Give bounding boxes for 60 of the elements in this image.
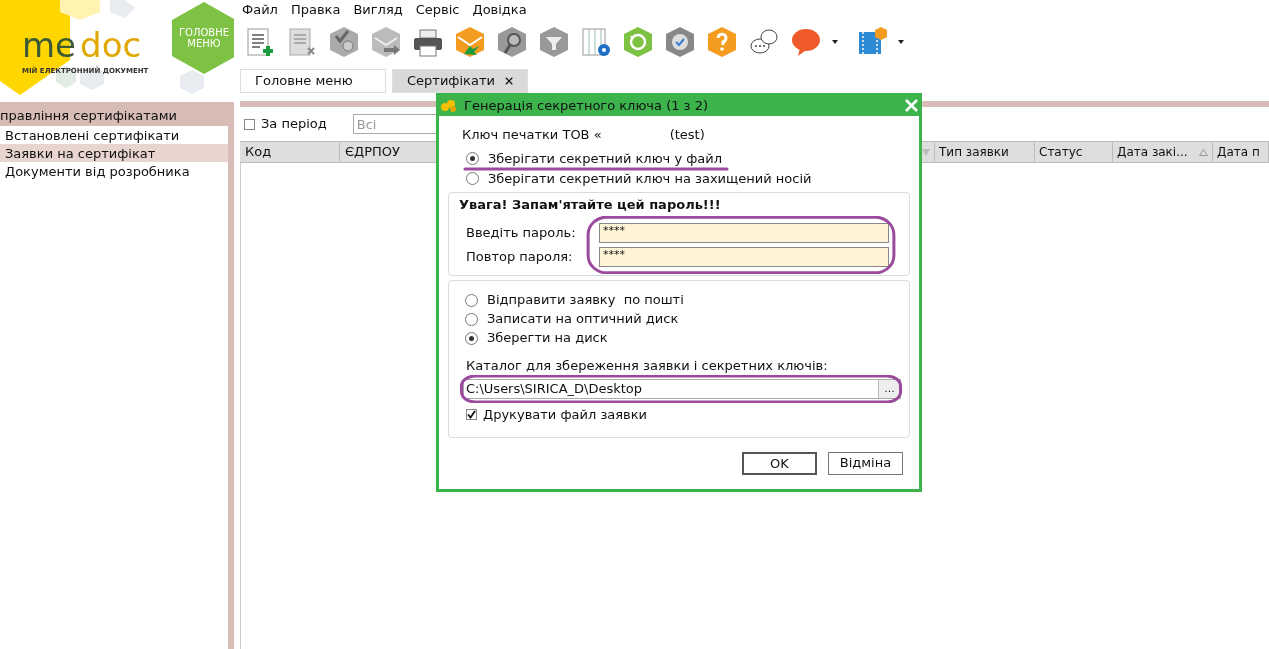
tab[interactable]: Сертифікати (392, 69, 528, 93)
password-field[interactable]: **** (599, 246, 889, 267)
checkbox-label: За період (261, 115, 327, 134)
sidebar-title: правління сертифікатами (0, 102, 228, 126)
logo-text: doc (80, 28, 142, 62)
radio-label: Відправити заявку по пошті (487, 291, 684, 310)
folder-field[interactable]: C:\Users\SIRICA_D\Desktop ... (463, 378, 901, 399)
help-icon[interactable] (706, 26, 738, 58)
browse-button[interactable]: ... (878, 379, 900, 398)
caret-icon[interactable] (898, 40, 904, 44)
radio-button[interactable] (465, 293, 478, 307)
printer-icon[interactable] (412, 26, 444, 58)
key-icon (440, 98, 458, 113)
filter-icon[interactable] (538, 26, 570, 58)
ok-button[interactable]: OK (742, 451, 817, 475)
folder-label: Каталог для збереження заявки і секретних ключів: (465, 357, 829, 373)
radio-label: Записати на оптичний диск (487, 310, 679, 329)
certificate-icon[interactable] (328, 26, 360, 58)
close-icon[interactable] (504, 76, 513, 86)
radio-button[interactable] (465, 312, 478, 326)
radio-label: Зберігати секретний ключ на захищений носій (488, 170, 812, 186)
column-header[interactable]: Код (240, 142, 340, 162)
tab[interactable]: Головне меню (240, 69, 386, 93)
envelope-arrow-icon[interactable] (370, 26, 402, 58)
checkbox[interactable] (466, 408, 477, 420)
radio-label: Зберігати секретний ключ у файл (488, 150, 723, 166)
new-document-icon[interactable] (244, 26, 276, 58)
field-label: Повтор пароля: (465, 247, 574, 266)
cancel-button[interactable]: Відміна (828, 451, 903, 475)
key-label-suffix: (test) (669, 126, 705, 144)
sort-icon[interactable] (1199, 148, 1208, 156)
menu-item[interactable]: Сервіс (415, 0, 460, 20)
radio-label: Зберегти на диск (487, 329, 608, 348)
key-label: Ключ печатки ТОВ « (462, 126, 602, 144)
checkbox[interactable] (244, 118, 255, 130)
refresh-icon[interactable] (622, 26, 654, 58)
sidebar-item[interactable]: Заявки на сертифікат (0, 144, 228, 162)
column-header[interactable]: Дата п (1213, 142, 1269, 162)
speech-bubble-icon[interactable] (790, 26, 822, 58)
password-field[interactable]: **** (599, 222, 889, 243)
envelope-icon[interactable] (454, 26, 486, 58)
column-header[interactable]: Дата закі... (1113, 142, 1213, 162)
radio-button[interactable] (465, 331, 478, 345)
table-settings-icon[interactable] (580, 26, 612, 58)
menu-item[interactable]: Файл (242, 0, 278, 20)
menu-item[interactable]: Правка (290, 0, 341, 20)
field-label: Введіть пароль: (465, 223, 577, 242)
warning-text: Увага! Запам'ятайте цей пароль!!! (459, 196, 722, 212)
menu-item[interactable]: Довідка (472, 0, 527, 20)
column-header[interactable]: Тип заявки (935, 142, 1035, 162)
checkbox-label: Друкувати файл заявки (483, 405, 648, 424)
magnifier-icon[interactable] (496, 26, 528, 58)
delete-document-icon[interactable] (286, 26, 318, 58)
caret-icon[interactable] (832, 40, 838, 44)
radio-button[interactable] (466, 151, 479, 165)
menu-item[interactable]: Вигляд (353, 0, 403, 20)
column-header[interactable]: Статус (1035, 142, 1113, 162)
radio-button[interactable] (466, 171, 479, 185)
check-icon[interactable] (664, 26, 696, 58)
dialog-title: Генерація секретного ключа (1 з 2) (464, 96, 709, 115)
